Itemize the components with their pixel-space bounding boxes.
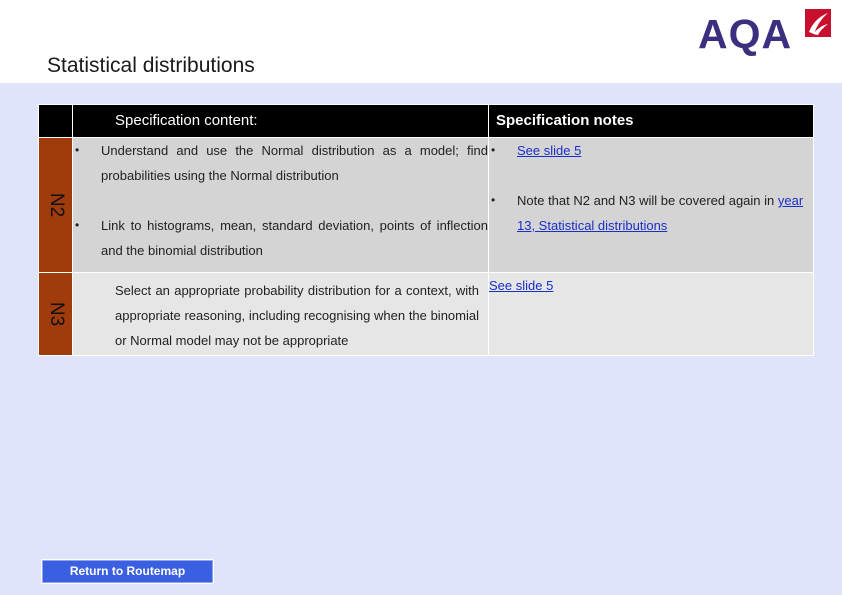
content-text: Select an appropriate probability distri… [115,283,479,348]
aqa-swoosh-icon [805,9,831,37]
see-slide-5-link[interactable]: See slide 5 [517,143,581,158]
content-cell: Understand and use the Normal distributi… [72,137,489,273]
code-cell-n2: N2 [38,137,73,273]
return-to-routemap-button[interactable]: Return to Routemap [41,559,214,584]
header-content-cell: Specification content: [72,104,489,138]
note-text: Note that N2 and N3 will be covered agai… [517,193,775,208]
table-row: N3 Select an appropriate probability dis… [38,272,814,356]
content-bullet: Understand and use the Normal distributi… [73,138,488,188]
notes-cell: See slide 5 Note that N2 and N3 will be … [488,137,814,273]
aqa-logo: AQA [698,8,834,58]
specification-table: Specification content: Specification not… [38,104,814,356]
table-header-row: Specification content: Specification not… [38,104,814,138]
notes-bullet: Note that N2 and N3 will be covered agai… [489,188,813,238]
see-slide-5-link[interactable]: See slide 5 [489,278,553,293]
logo-text: AQA [698,11,793,57]
header-notes-cell: Specification notes [488,104,814,138]
header-notes-label: Specification notes [496,112,634,129]
header-code-cell [38,104,73,138]
content-bullet: Link to histograms, mean, standard devia… [73,213,488,263]
code-label: N3 [45,301,67,327]
code-label: N2 [45,192,67,218]
code-cell-n3: N3 [38,272,73,356]
notes-cell: See slide 5 [488,272,814,356]
notes-bullet: See slide 5 [489,138,813,163]
page-title: Statistical distributions [47,54,255,77]
table-row: N2 Understand and use the Normal distrib… [38,137,814,273]
content-cell: Select an appropriate probability distri… [72,272,489,356]
header: Statistical distributions AQA [0,0,842,83]
header-content-label: Specification content: [115,112,258,129]
